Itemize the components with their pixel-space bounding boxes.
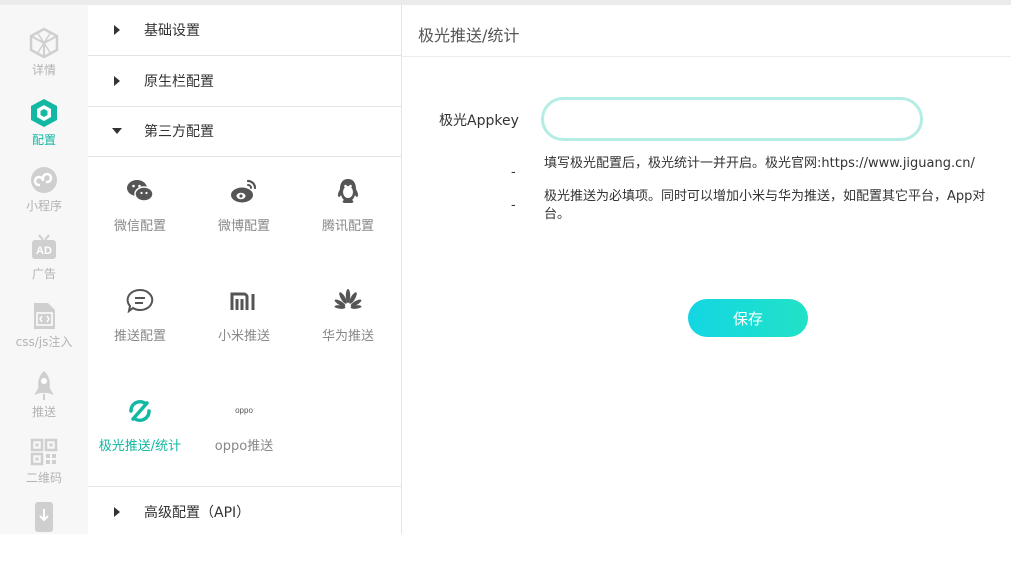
triangle-right-icon (114, 76, 120, 86)
rail-item-config[interactable]: 配置 (0, 97, 88, 159)
oppo-logo-text: oppo (235, 406, 253, 415)
tile-label: 华为推送 (321, 329, 374, 344)
cube-filled-icon (31, 99, 57, 127)
hint-dash: - (511, 198, 516, 213)
triangle-down-icon (112, 128, 122, 134)
section-label: 高级配置（API） (144, 505, 251, 521)
huawei-logo-icon (334, 289, 362, 309)
section-label: 第三方配置 (144, 124, 214, 140)
oppo-logo-icon: oppo (235, 406, 253, 415)
tile-tencent[interactable]: 腾讯配置 (296, 177, 400, 277)
tile-label: 极光推送/统计 (98, 439, 182, 454)
rail-item-details[interactable]: 详情 (0, 27, 88, 89)
rocket-icon (34, 371, 54, 400)
svg-text:AD: AD (36, 245, 52, 257)
hint-text: 填写极光配置后，极光统计一并开启。极光官网:https://www.jiguan… (544, 156, 975, 171)
triangle-right-icon (114, 507, 120, 517)
xiaomi-logo-icon (230, 292, 255, 310)
qrcode-icon (30, 438, 58, 466)
left-nav-rail: 详情 配置 小程序 AD 广告 css/js注入 推送 二维码 (0, 5, 89, 534)
rail-item-cssjs[interactable]: css/js注入 (0, 301, 88, 363)
section-native-bar[interactable]: 原生栏配置 (88, 56, 401, 107)
section-third-party[interactable]: 第三方配置 (88, 106, 401, 157)
rail-item-download[interactable] (0, 501, 88, 563)
rail-item-miniprogram[interactable]: 小程序 (0, 165, 88, 227)
rail-label: 小程序 (25, 199, 62, 213)
tile-label: 微信配置 (113, 219, 166, 234)
rail-label: 推送 (31, 405, 56, 419)
rail-label: 二维码 (25, 471, 62, 485)
section-basic[interactable]: 基础设置 (88, 5, 401, 56)
tile-label: 微博配置 (217, 219, 270, 234)
qq-penguin-icon (337, 179, 359, 203)
tile-label: 小米推送 (217, 329, 270, 344)
rail-label: 广告 (31, 267, 56, 281)
tile-wechat[interactable]: 微信配置 (88, 177, 192, 277)
weibo-icon (231, 179, 257, 203)
ad-tv-icon: AD (32, 234, 56, 259)
tile-weibo[interactable]: 微博配置 (192, 177, 296, 277)
rail-label: 详情 (31, 63, 56, 77)
miniprogram-icon (31, 167, 57, 193)
rail-item-push[interactable]: 推送 (0, 369, 88, 431)
tile-xiaomi[interactable]: 小米推送 (192, 287, 296, 387)
triangle-right-icon (114, 25, 120, 35)
tile-oppo[interactable]: oppo oppo推送 (192, 397, 296, 497)
section-label: 基础设置 (144, 23, 200, 39)
rail-item-qrcode[interactable]: 二维码 (0, 437, 88, 499)
rail-label: 配置 (31, 133, 56, 147)
tile-label: oppo推送 (214, 439, 274, 454)
tile-huawei[interactable]: 华为推送 (296, 287, 400, 387)
tile-label: 推送配置 (113, 329, 166, 344)
tile-jpush[interactable]: 极光推送/统计 (88, 397, 192, 497)
appkey-label: 极光Appkey (439, 113, 519, 129)
save-button[interactable]: 保存 (688, 299, 808, 337)
hint-dash: - (511, 165, 516, 180)
hint-text: 极光推送为必填项。同时可以增加小米与华为推送，如配置其它平台，App对 (544, 189, 986, 204)
cube-outline-icon (29, 27, 59, 59)
chat-bubble-icon (126, 288, 154, 314)
phone-download-icon (35, 502, 53, 532)
appkey-input[interactable] (541, 97, 923, 141)
rail-label: css/js注入 (15, 335, 73, 349)
settings-panel: 基础设置 原生栏配置 第三方配置 微信配置 微博配置 腾讯配置 推送配置 小米推… (88, 5, 402, 534)
page-title: 极光推送/统计 (418, 26, 520, 45)
section-advanced-api[interactable]: 高级配置（API） (88, 486, 401, 537)
divider (402, 56, 1011, 57)
code-file-icon (34, 303, 55, 329)
section-label: 原生栏配置 (144, 74, 214, 90)
tile-label: 腾讯配置 (321, 219, 374, 234)
content-area: 极光推送/统计 极光Appkey - 填写极光配置后，极光统计一并开启。极光官网… (402, 5, 1011, 534)
hint-text: 台。 (544, 207, 571, 222)
rail-item-ads[interactable]: AD 广告 (0, 233, 88, 295)
tile-push[interactable]: 推送配置 (88, 287, 192, 387)
jpush-logo-icon (129, 399, 151, 423)
wechat-icon (127, 180, 154, 202)
